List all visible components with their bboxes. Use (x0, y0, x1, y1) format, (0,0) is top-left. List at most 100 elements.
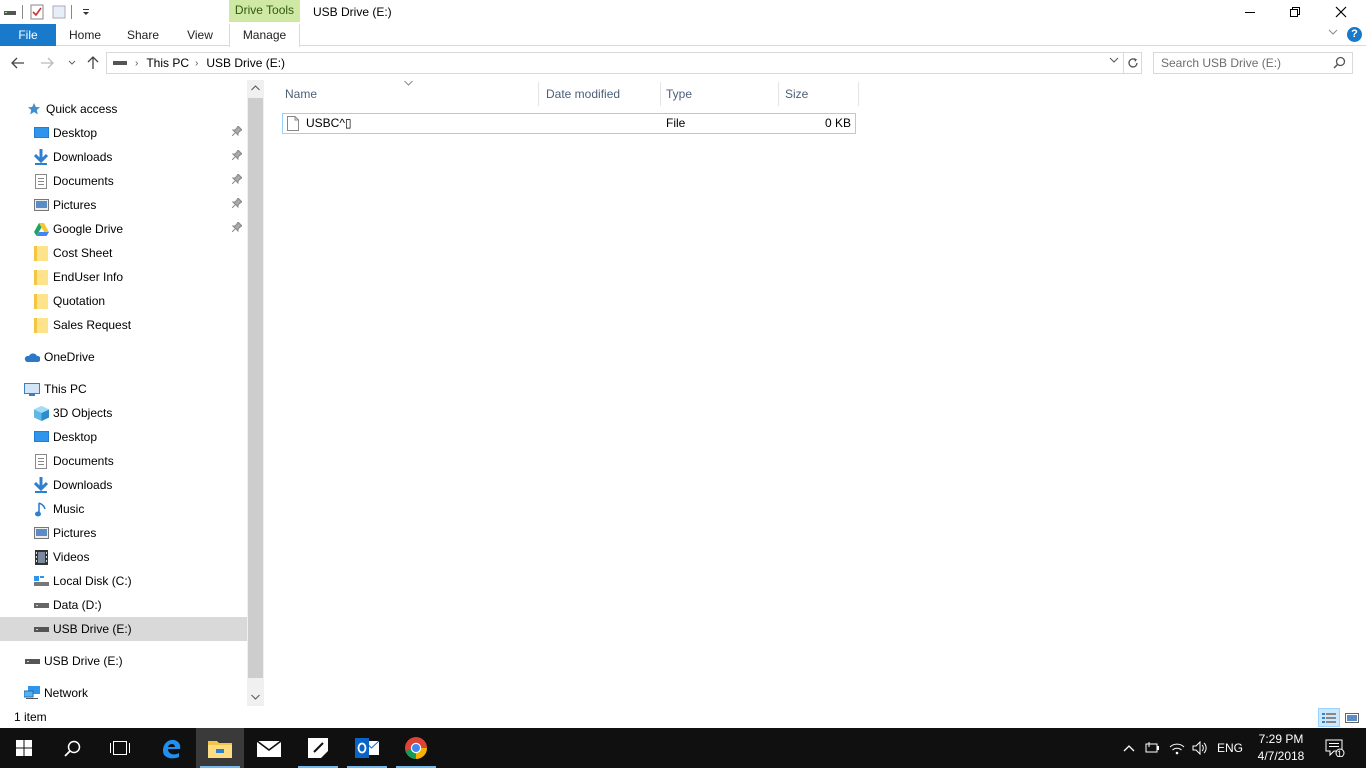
pin-icon[interactable] (231, 197, 243, 211)
properties-icon[interactable] (29, 4, 45, 20)
action-center-icon[interactable]: 1 (1318, 728, 1352, 768)
task-view-icon[interactable] (96, 728, 144, 768)
nav-qa-pictures[interactable]: Pictures (0, 193, 247, 217)
nav-qa-documents[interactable]: Documents (0, 169, 247, 193)
nav-qa-quotation[interactable]: Quotation (0, 289, 247, 313)
nav-pc-documents[interactable]: Documents (0, 449, 247, 473)
column-header-type[interactable]: Type (661, 82, 779, 106)
tab-share[interactable]: Share (120, 24, 166, 46)
pin-icon[interactable] (231, 149, 243, 163)
drive-icon (33, 597, 49, 613)
nav-qa-google-drive[interactable]: Google Drive (0, 217, 247, 241)
nav-pc-pictures[interactable]: Pictures (0, 521, 247, 545)
breadcrumb-this-pc[interactable]: This PC (146, 56, 189, 70)
tab-home[interactable]: Home (62, 24, 108, 46)
column-header-date-modified[interactable]: Date modified (541, 82, 661, 106)
pin-icon[interactable] (231, 125, 243, 139)
nav-pc-local-disk-c[interactable]: Local Disk (C:) (0, 569, 247, 593)
address-dropdown-icon[interactable] (1109, 55, 1119, 67)
wifi-icon[interactable] (1166, 728, 1188, 768)
nav-qa-sales-request[interactable]: Sales Request (0, 313, 247, 337)
file-explorer-icon[interactable] (196, 728, 244, 768)
expand-ribbon-icon[interactable] (1328, 27, 1338, 40)
nav-pane-scrollbar[interactable] (247, 80, 264, 706)
downloads-icon (33, 477, 49, 493)
language-indicator[interactable]: ENG (1212, 728, 1248, 768)
power-icon[interactable] (1142, 728, 1164, 768)
nav-pc-data-d[interactable]: Data (D:) (0, 593, 247, 617)
scroll-down-icon[interactable] (247, 689, 264, 706)
new-folder-icon[interactable] (51, 4, 67, 20)
search-icon[interactable] (1333, 56, 1346, 72)
breadcrumb-separator-icon[interactable]: › (135, 58, 138, 69)
edge-icon[interactable] (147, 728, 195, 768)
nav-label: Network (44, 686, 89, 700)
scrollbar-thumb[interactable] (248, 98, 263, 678)
outlook-icon[interactable] (343, 728, 391, 768)
nav-onedrive[interactable]: OneDrive (0, 345, 247, 369)
tab-file[interactable]: File (0, 24, 56, 46)
nav-qa-cost-sheet[interactable]: Cost Sheet (0, 241, 247, 265)
nav-network[interactable]: Network (0, 681, 247, 705)
address-bar[interactable]: › This PC › USB Drive (E:) (106, 52, 1124, 74)
nav-pc-music[interactable]: Music (0, 497, 247, 521)
nav-qa-enduser-info[interactable]: EndUser Info (0, 265, 247, 289)
nav-pc-usb-drive-e[interactable]: USB Drive (E:) (0, 617, 247, 641)
large-icons-view-icon[interactable] (1341, 708, 1363, 727)
volume-icon[interactable] (1189, 728, 1211, 768)
show-hidden-icons-icon[interactable] (1119, 728, 1139, 768)
nav-label: This PC (44, 382, 87, 396)
scroll-up-icon[interactable] (247, 80, 264, 97)
tab-view[interactable]: View (177, 24, 223, 46)
nav-quick-access[interactable]: Quick access (0, 97, 247, 121)
status-bar: 1 item (0, 706, 1366, 728)
nav-pc-3d-objects[interactable]: 3D Objects (0, 401, 247, 425)
documents-icon (33, 173, 49, 189)
file-name[interactable]: USBC^▯ (306, 114, 352, 133)
breadcrumb-separator-icon[interactable]: › (195, 58, 198, 69)
start-icon[interactable] (0, 728, 48, 768)
chrome-icon[interactable] (392, 728, 440, 768)
nav-qa-downloads[interactable]: Downloads (0, 145, 247, 169)
help-icon[interactable]: ? (1347, 27, 1362, 42)
recent-locations-button[interactable] (62, 53, 82, 73)
search-box[interactable] (1153, 52, 1353, 74)
restore-button[interactable] (1272, 0, 1318, 24)
nav-pc-downloads[interactable]: Downloads (0, 473, 247, 497)
close-button[interactable] (1318, 0, 1364, 24)
search-input[interactable] (1154, 56, 1324, 70)
pin-icon[interactable] (231, 173, 243, 187)
sticky-notes-icon[interactable] (294, 728, 342, 768)
up-button[interactable] (83, 53, 103, 73)
mail-icon[interactable] (245, 728, 293, 768)
search-icon[interactable] (48, 728, 96, 768)
back-button[interactable] (8, 53, 28, 73)
local-disk-icon (33, 573, 49, 589)
nav-label: Quotation (53, 294, 106, 308)
documents-icon (33, 453, 49, 469)
nav-label: Google Drive (53, 222, 124, 236)
nav-label: Downloads (53, 150, 113, 164)
column-header-size[interactable]: Size (780, 82, 859, 106)
folder-icon (33, 269, 49, 285)
clock[interactable]: 7:29 PM 4/7/2018 (1252, 731, 1310, 765)
refresh-button[interactable] (1124, 52, 1142, 74)
nav-usb-drive-root[interactable]: USB Drive (E:) (0, 649, 247, 673)
nav-label: Documents (53, 174, 114, 188)
column-header-name[interactable]: Name (280, 82, 539, 106)
file-row[interactable]: USBC^▯ File 0 KB (282, 113, 856, 134)
title-bar: Drive Tools USB Drive (E:) (0, 0, 1366, 24)
nav-this-pc[interactable]: This PC (0, 377, 247, 401)
customize-toolbar-icon[interactable] (78, 4, 94, 20)
nav-qa-desktop[interactable]: Desktop (0, 121, 247, 145)
nav-pc-desktop[interactable]: Desktop (0, 425, 247, 449)
nav-pc-videos[interactable]: Videos (0, 545, 247, 569)
desktop-icon (33, 429, 49, 445)
details-view-icon[interactable] (1318, 708, 1340, 727)
tab-manage[interactable]: Manage (229, 24, 300, 47)
forward-button[interactable] (37, 53, 57, 73)
minimize-button[interactable] (1227, 0, 1273, 24)
pin-icon[interactable] (231, 221, 243, 235)
breadcrumb-usb-drive[interactable]: USB Drive (E:) (206, 56, 285, 70)
address-row: › This PC › USB Drive (E:) (0, 47, 1366, 79)
